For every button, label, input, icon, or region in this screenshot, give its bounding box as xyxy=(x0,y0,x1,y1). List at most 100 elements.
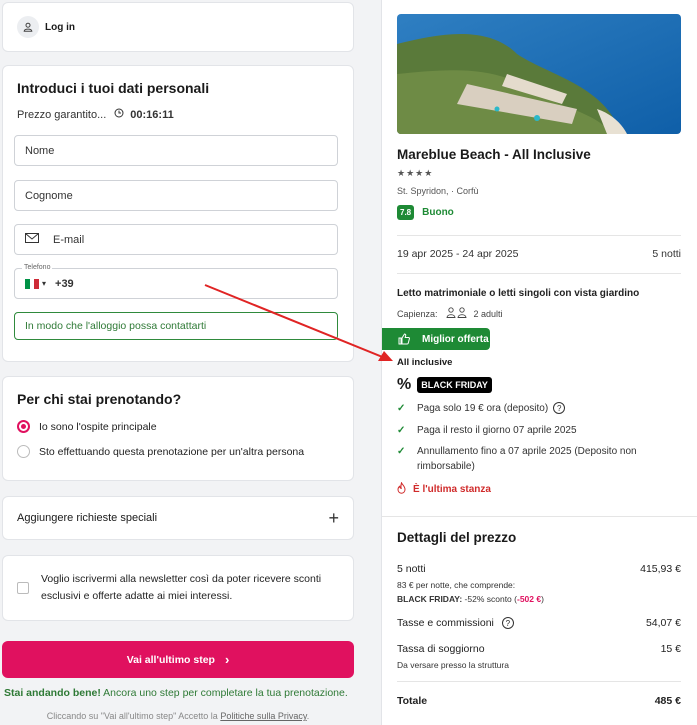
booking-form-column: Log in Introduci i tuoi dati personali P… xyxy=(0,0,356,725)
help-icon[interactable]: ? xyxy=(553,402,566,415)
countdown-timer: 00:16:11 xyxy=(130,108,174,121)
next-step-label: Vai all'ultimo step xyxy=(126,653,215,666)
radio-other-person-label: Sto effettuando questa prenotazione per … xyxy=(39,445,305,458)
hotel-name: Mareblue Beach - All Inclusive xyxy=(397,147,591,162)
first-name-field[interactable]: Nome xyxy=(14,135,338,166)
capacity-value: 2 adulti xyxy=(473,308,503,319)
divider xyxy=(382,516,697,517)
last-room-warning: È l'ultima stanza xyxy=(397,481,491,497)
email-field[interactable]: E-mail xyxy=(14,224,338,255)
divider xyxy=(397,273,681,274)
hotel-location: St. Spyridon, · Corfù xyxy=(397,186,479,196)
booking-for-card: Per chi stai prenotando? Io sono l'ospit… xyxy=(2,376,354,481)
per-night-note: 83 € per notte, che comprende: xyxy=(397,580,516,590)
help-icon[interactable]: ? xyxy=(501,617,514,630)
booking-for-title: Per chi stai prenotando? xyxy=(17,391,182,407)
board-type: All inclusive xyxy=(397,357,453,368)
hotel-photo[interactable] xyxy=(397,14,681,134)
check-icon: ✓ xyxy=(397,446,406,457)
city-tax-note: Da versare presso la struttura xyxy=(397,660,509,670)
newsletter-text: Voglio iscrivermi alla newsletter così d… xyxy=(41,573,322,602)
room-capacity: Capienza: 2 adulti xyxy=(397,307,503,320)
rating-score: 7.8 xyxy=(397,205,415,220)
price-row-taxes: Tasse e commissioni? 54,07 € xyxy=(397,617,681,630)
radio-main-guest-label: Io sono l'ospite principale xyxy=(39,420,157,433)
promo-row: % BLACK FRIDAY xyxy=(397,376,492,394)
condition-cancellation: ✓ Annullamento fino a 07 aprile 2025 (De… xyxy=(397,444,681,474)
phone-prefix: +39 xyxy=(55,277,74,290)
best-offer-label: Miglior offerta xyxy=(422,333,489,345)
phone-label: Telefono xyxy=(22,264,53,271)
progress-message-rest: Ancora uno step per completare la tua pr… xyxy=(100,687,348,699)
bf-discount-value: -502 € xyxy=(516,594,542,604)
mail-icon xyxy=(25,233,39,246)
next-step-button[interactable]: Vai all'ultimo step › xyxy=(2,641,354,678)
check-icon: ✓ xyxy=(397,425,406,436)
radio-other-person-control[interactable] xyxy=(17,445,30,458)
newsletter-card: Voglio iscrivermi alla newsletter così d… xyxy=(2,555,354,621)
bf-discount-prefix: BLACK FRIDAY: xyxy=(397,594,463,604)
contact-hint: In modo che l'alloggio possa contattarti xyxy=(14,312,338,340)
bf-discount-suffix: ) xyxy=(541,594,544,604)
city-tax-value: 15 € xyxy=(660,643,681,655)
bf-discount-mid: -52% sconto ( xyxy=(462,594,517,604)
country-dropdown-icon[interactable]: ▾ xyxy=(42,279,46,288)
price-row-city-tax: Tassa di soggiorno 15 € xyxy=(397,643,681,655)
taxes-label: Tasse e commissioni xyxy=(397,617,494,629)
hotel-rating: 7.8 Buono xyxy=(397,205,454,220)
email-placeholder: E-mail xyxy=(53,233,85,246)
login-card[interactable]: Log in xyxy=(2,2,354,52)
date-range: 19 apr 2025 - 24 apr 2025 xyxy=(397,248,519,260)
last-name-field[interactable]: Cognome xyxy=(14,180,338,211)
hotel-stars: ★★★★ xyxy=(397,168,434,178)
italy-flag-icon[interactable] xyxy=(25,278,40,289)
divider xyxy=(397,235,681,236)
booking-summary-panel: Mareblue Beach - All Inclusive ★★★★ St. … xyxy=(381,0,697,725)
price-guarantee-label: Prezzo garantito... xyxy=(17,108,107,121)
two-adults-icon xyxy=(446,307,468,320)
user-icon xyxy=(17,16,39,38)
black-friday-tag: BLACK FRIDAY xyxy=(417,377,492,393)
phone-field[interactable]: ▾ +39 xyxy=(14,268,338,299)
stay-dates: 19 apr 2025 - 24 apr 2025 5 notti xyxy=(397,248,681,260)
last-room-text: È l'ultima stanza xyxy=(413,484,491,495)
percent-icon: % xyxy=(397,376,412,393)
first-name-placeholder: Nome xyxy=(25,144,55,157)
black-friday-discount: BLACK FRIDAY: -52% sconto (-502 €) xyxy=(397,594,544,604)
last-name-placeholder: Cognome xyxy=(25,189,73,202)
price-row-total: Totale 485 € xyxy=(397,695,681,707)
nights-count: 5 notti xyxy=(652,248,681,260)
progress-message: Stai andando bene! Ancora uno step per c… xyxy=(4,687,348,699)
divider xyxy=(397,681,681,682)
progress-message-bold: Stai andando bene! xyxy=(4,687,101,699)
radio-other-person[interactable]: Sto effettuando questa prenotazione per … xyxy=(17,445,339,458)
newsletter-checkbox[interactable] xyxy=(17,582,29,594)
capacity-label: Capienza: xyxy=(397,308,438,319)
rating-label: Buono xyxy=(422,207,454,218)
condition-balance-text: Paga il resto il giorno 07 aprile 2025 xyxy=(417,425,577,436)
privacy-note: Cliccando su "Vai all'ultimo step" Accet… xyxy=(0,711,356,721)
chevron-right-icon: › xyxy=(224,652,230,667)
condition-cancellation-text: Annullamento fino a 07 aprile 2025 (Depo… xyxy=(417,446,637,472)
best-offer-badge: Miglior offerta xyxy=(382,328,490,350)
total-label: Totale xyxy=(397,695,428,707)
privacy-prefix: Cliccando su "Vai all'ultimo step" Accet… xyxy=(46,711,221,721)
special-requests-card[interactable]: Aggiungere richieste speciali + xyxy=(2,496,354,540)
price-nights-label: 5 notti xyxy=(397,563,426,575)
condition-deposit-text: Paga solo 19 € ora (deposito) xyxy=(417,403,549,414)
price-guarantee: Prezzo garantito... 00:16:11 xyxy=(17,108,339,121)
privacy-policy-link[interactable]: Politiche sulla Privacy xyxy=(220,711,306,721)
price-row-nights: 5 notti 415,93 € xyxy=(397,563,681,575)
privacy-suffix: . xyxy=(306,711,310,721)
taxes-value: 54,07 € xyxy=(645,617,681,629)
plus-icon[interactable]: + xyxy=(328,508,339,529)
radio-main-guest-control[interactable] xyxy=(17,420,30,433)
thumbs-up-icon xyxy=(398,333,416,345)
condition-deposit: ✓ Paga solo 19 € ora (deposito)? xyxy=(397,401,681,416)
city-tax-label: Tassa di soggiorno xyxy=(397,643,485,655)
clock-icon xyxy=(114,108,124,121)
price-nights-value: 415,93 € xyxy=(640,563,681,575)
radio-main-guest[interactable]: Io sono l'ospite principale xyxy=(17,420,339,433)
login-link[interactable]: Log in xyxy=(45,22,75,33)
check-icon: ✓ xyxy=(397,403,406,414)
